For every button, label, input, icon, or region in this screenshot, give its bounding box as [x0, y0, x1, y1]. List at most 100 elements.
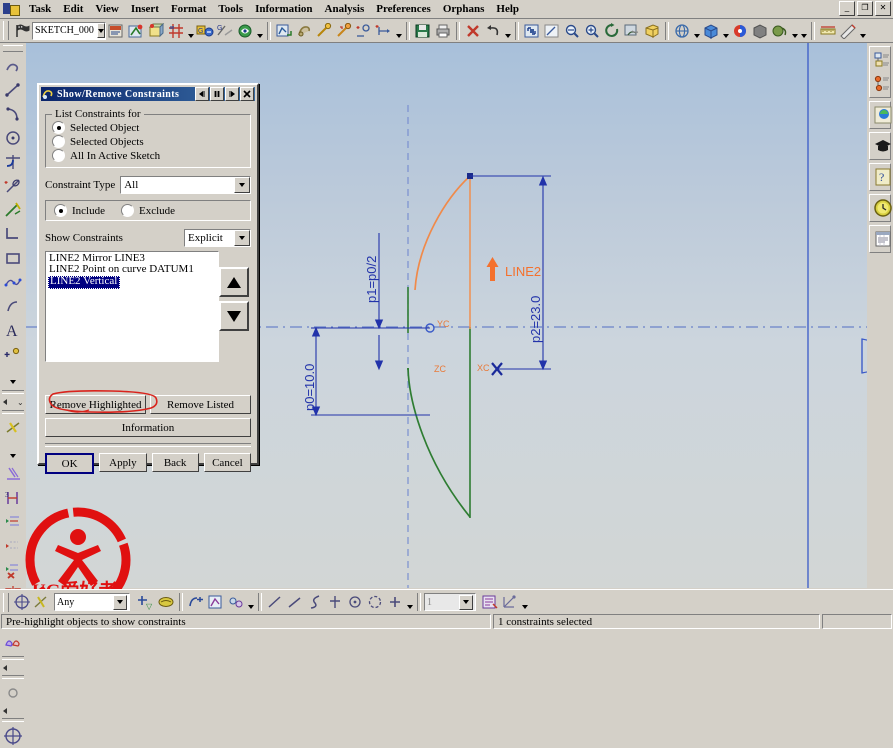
- restore-button[interactable]: ❐: [857, 1, 873, 16]
- wireframe-icon[interactable]: [672, 21, 692, 41]
- offset-curve-icon[interactable]: [1, 294, 25, 318]
- menu-item-insert[interactable]: Insert: [125, 2, 165, 16]
- measure-icon[interactable]: [818, 21, 838, 41]
- fit-icon[interactable]: [522, 21, 542, 41]
- menu-item-task[interactable]: Task: [23, 2, 57, 16]
- undo-dropdown-icon[interactable]: [503, 20, 512, 42]
- line-icon[interactable]: [1, 78, 25, 102]
- remove-listed-button[interactable]: Remove Listed: [150, 395, 251, 414]
- select-feature-icon[interactable]: [206, 592, 226, 612]
- list-item[interactable]: LINE2 Point on curve DATUM1: [48, 264, 218, 275]
- display-sketch-constraints-icon[interactable]: [294, 21, 314, 41]
- radio-selected-object[interactable]: Selected Object: [52, 121, 244, 134]
- sketch-in-task-icon[interactable]: [106, 21, 126, 41]
- animate-dimension-icon[interactable]: [235, 21, 255, 41]
- layer-settings-icon[interactable]: [480, 592, 500, 612]
- menu-item-tools[interactable]: Tools: [212, 2, 249, 16]
- left-scroll-icon-3[interactable]: [3, 707, 7, 714]
- left-scroll-icon[interactable]: [3, 399, 7, 405]
- arc-icon[interactable]: [1, 102, 25, 126]
- rotate-icon[interactable]: [602, 21, 622, 41]
- zoom-area-icon[interactable]: [562, 21, 582, 41]
- convert-to-reference-icon[interactable]: [1, 558, 25, 582]
- infer-constraints-icon[interactable]: [334, 21, 354, 41]
- render-icon[interactable]: [770, 21, 790, 41]
- curve-rule-line-icon[interactable]: [265, 592, 285, 612]
- point-dropdown-icon[interactable]: [8, 366, 17, 388]
- help-icon[interactable]: ?: [871, 165, 893, 189]
- curve-rule-feature-icon[interactable]: [325, 592, 345, 612]
- menu-item-orphans[interactable]: Orphans: [437, 2, 491, 16]
- restore-right-icon[interactable]: [225, 87, 239, 101]
- chevron-down-icon[interactable]: [96, 23, 105, 38]
- wcs-icon[interactable]: [500, 592, 520, 612]
- curve-rule-dropdown-icon[interactable]: [405, 591, 414, 613]
- update-model-icon[interactable]: [274, 21, 294, 41]
- quick-trim-icon[interactable]: [1, 222, 25, 246]
- select-dropdown-icon[interactable]: [246, 591, 255, 613]
- restore-left-icon[interactable]: [195, 87, 209, 101]
- constraints-icon[interactable]: G: [195, 21, 215, 41]
- studio-spline-icon[interactable]: [1, 270, 25, 294]
- menu-item-view[interactable]: View: [89, 2, 124, 16]
- scroll-down-icon[interactable]: [219, 301, 249, 331]
- extend-icon[interactable]: [1, 198, 25, 222]
- render-dropdown-icon[interactable]: [790, 20, 799, 42]
- perspective-icon[interactable]: [642, 21, 662, 41]
- show-constraints-dropdown[interactable]: Explicit: [184, 229, 251, 247]
- datum-icon[interactable]: [1, 724, 25, 748]
- undo-icon[interactable]: [483, 21, 503, 41]
- shaded-icon[interactable]: [701, 21, 721, 41]
- radio-exclude[interactable]: Exclude: [120, 204, 175, 217]
- add-dimension-icon[interactable]: [374, 21, 394, 41]
- apply-button[interactable]: Apply: [99, 453, 147, 472]
- profile-icon[interactable]: [1, 54, 25, 78]
- layer-combo[interactable]: 1: [424, 593, 476, 611]
- menu-item-format[interactable]: Format: [165, 2, 212, 16]
- show-remove-constraints-icon[interactable]: [1, 534, 25, 558]
- datum-dropdown-icon[interactable]: [186, 20, 195, 42]
- sketch-options-icon[interactable]: [1, 681, 25, 705]
- history-icon[interactable]: [871, 196, 893, 220]
- close-icon[interactable]: [240, 87, 254, 101]
- zoom-icon[interactable]: [582, 21, 602, 41]
- dimension-icon[interactable]: 3: [1, 486, 25, 510]
- toolbar-overflow-icon[interactable]: ⌄: [17, 398, 24, 407]
- scroll-up-icon[interactable]: [219, 267, 249, 297]
- menu-item-edit[interactable]: Edit: [57, 2, 89, 16]
- auto-dimension-icon[interactable]: [1, 510, 25, 534]
- web-browser-icon[interactable]: [871, 227, 893, 251]
- dialog-titlebar[interactable]: Show/Remove Constraints: [41, 87, 255, 101]
- orient-view-icon[interactable]: [146, 21, 166, 41]
- select-general-icon[interactable]: [12, 592, 32, 612]
- fillet-icon[interactable]: [1, 150, 25, 174]
- constraint-type-dropdown[interactable]: All: [120, 176, 251, 194]
- snap-point-icon[interactable]: ▽: [136, 592, 156, 612]
- shaded-dropdown-icon[interactable]: [721, 20, 730, 42]
- edit-curve-icon[interactable]: [1, 630, 25, 654]
- close-button[interactable]: ✕: [875, 1, 891, 16]
- animate-dropdown-icon[interactable]: [255, 20, 264, 42]
- chevron-down-icon[interactable]: [459, 594, 473, 610]
- bottom-toolbar-grip[interactable]: [3, 592, 9, 612]
- show-remove-constraints-dialog[interactable]: Show/Remove Constraints List Constraints…: [37, 83, 259, 474]
- menu-item-analysis[interactable]: Analysis: [319, 2, 371, 16]
- auto-constrain-icon[interactable]: G: [215, 21, 235, 41]
- select-filter-icon[interactable]: [32, 592, 52, 612]
- point-icon[interactable]: [1, 342, 25, 366]
- wcs-dropdown-icon[interactable]: [520, 591, 529, 613]
- delete-icon[interactable]: [463, 21, 483, 41]
- part-navigator-icon[interactable]: [871, 72, 893, 96]
- chevron-down-icon[interactable]: [234, 230, 250, 246]
- menu-item-help[interactable]: Help: [490, 2, 525, 16]
- cancel-button[interactable]: Cancel: [203, 453, 251, 472]
- curve-rule-add-icon[interactable]: [385, 592, 405, 612]
- reattach-sketch-icon[interactable]: [126, 21, 146, 41]
- zoom-window-icon[interactable]: [542, 21, 562, 41]
- information-button[interactable]: Information: [45, 418, 251, 437]
- select-face-icon[interactable]: [226, 592, 246, 612]
- minimize-button[interactable]: _: [839, 1, 855, 16]
- print-icon[interactable]: [433, 21, 453, 41]
- solid-icon[interactable]: [750, 21, 770, 41]
- add-dropdown-icon[interactable]: [394, 20, 403, 42]
